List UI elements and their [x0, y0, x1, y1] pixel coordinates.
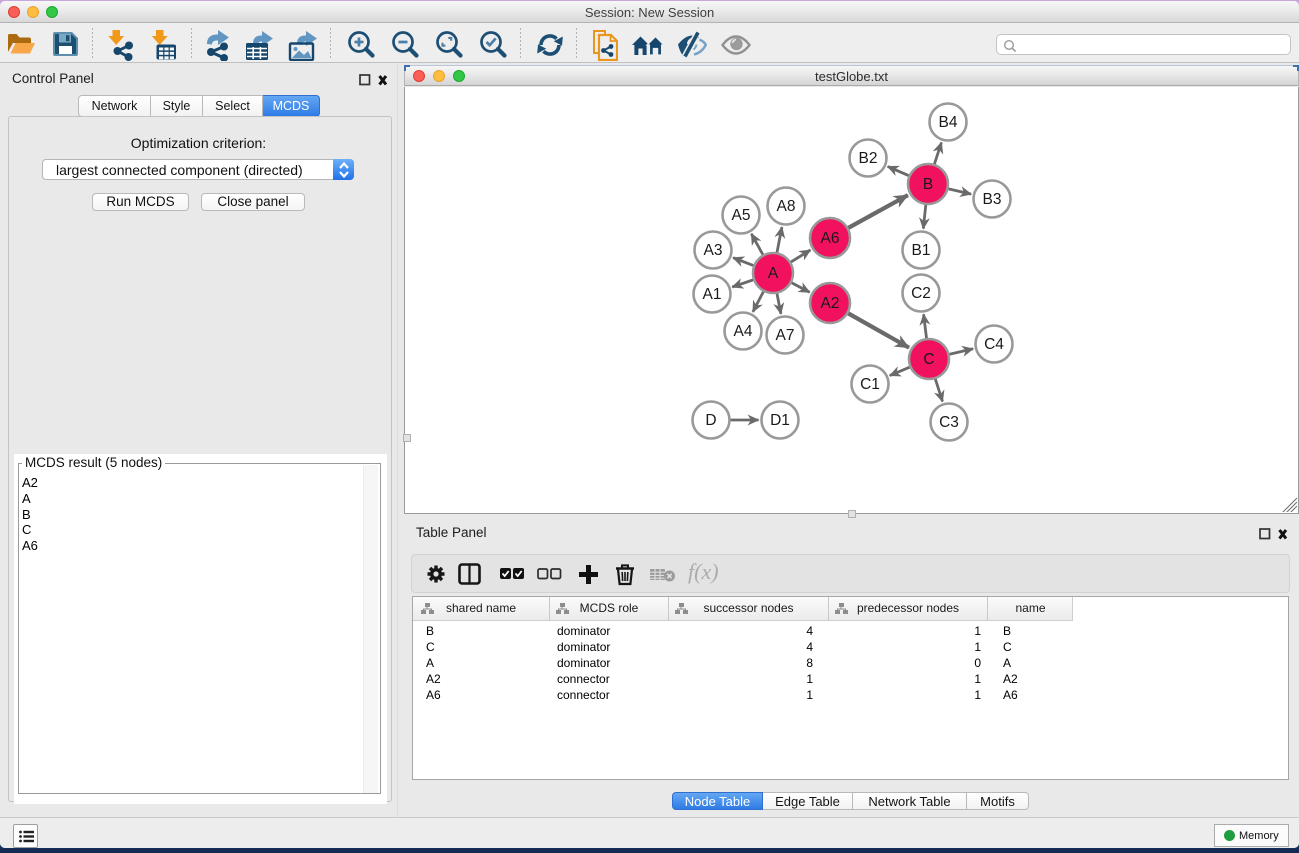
svg-text:B3: B3: [983, 191, 1002, 208]
svg-text:A1: A1: [703, 286, 722, 303]
svg-text:B1: B1: [912, 242, 931, 259]
svg-text:B4: B4: [939, 114, 958, 131]
svg-text:A6: A6: [821, 230, 840, 247]
svg-text:A2: A2: [821, 295, 840, 312]
svg-text:C3: C3: [939, 414, 959, 431]
svg-text:A: A: [768, 265, 779, 282]
svg-text:A8: A8: [777, 198, 796, 215]
svg-text:C4: C4: [984, 336, 1004, 353]
svg-text:D: D: [705, 412, 716, 429]
svg-text:A5: A5: [732, 207, 751, 224]
svg-text:C2: C2: [911, 285, 931, 302]
svg-text:A3: A3: [704, 242, 723, 259]
svg-text:A7: A7: [776, 327, 795, 344]
svg-text:C1: C1: [860, 376, 880, 393]
svg-text:B: B: [923, 176, 933, 193]
svg-text:A4: A4: [734, 323, 753, 340]
svg-text:C: C: [923, 351, 934, 368]
svg-text:D1: D1: [770, 412, 790, 429]
svg-text:B2: B2: [859, 150, 878, 167]
